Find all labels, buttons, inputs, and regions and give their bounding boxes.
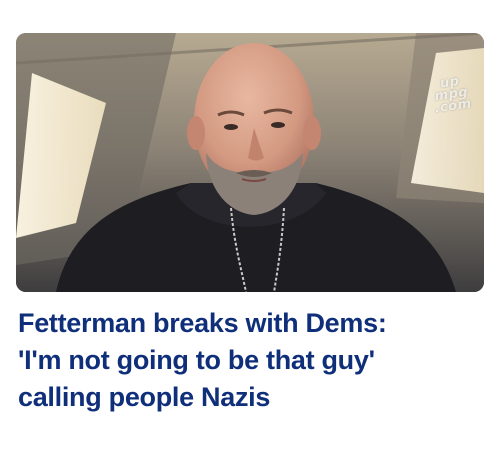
article-photo[interactable]: up mpg .com <box>16 33 484 292</box>
article-headline[interactable]: Fetterman breaks with Dems: 'I'm not goi… <box>18 305 488 416</box>
news-card[interactable]: up mpg .com Fetterman breaks with Dems: … <box>0 0 500 466</box>
headline-line[interactable]: Fetterman breaks with Dems: <box>18 305 488 342</box>
headline-line[interactable]: calling people Nazis <box>18 379 488 416</box>
portrait-image <box>16 33 484 292</box>
watermark-logo: up mpg .com <box>431 74 473 117</box>
headline-line[interactable]: 'I'm not going to be that guy' <box>18 342 488 379</box>
